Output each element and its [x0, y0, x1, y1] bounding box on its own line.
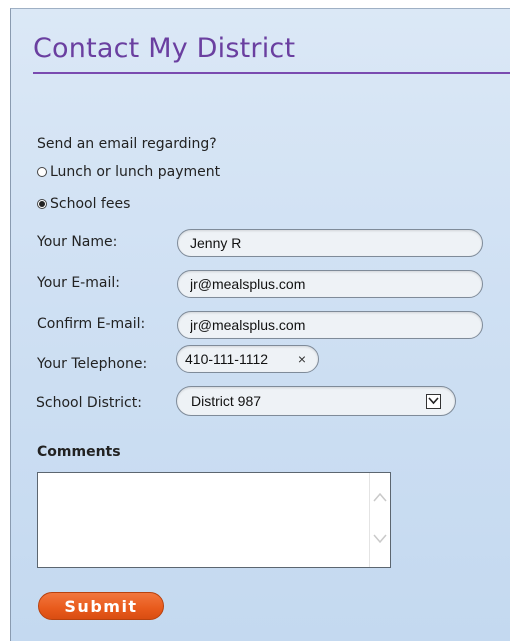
close-icon[interactable]: × [294, 351, 318, 367]
radio-filled-icon[interactable] [37, 199, 47, 209]
district-select[interactable]: District 987 [176, 386, 456, 416]
name-label: Your Name: [37, 234, 118, 250]
comments-scrollbar[interactable] [369, 473, 390, 567]
telephone-value[interactable]: 410-111-1112 [177, 351, 294, 367]
radio-label-school-fees: School fees [50, 196, 131, 212]
district-label: School District: [36, 395, 142, 411]
email-field[interactable] [177, 270, 483, 298]
telephone-field[interactable]: 410-111-1112 × [176, 345, 319, 373]
confirm-email-label: Confirm E-mail: [37, 316, 146, 332]
telephone-label: Your Telephone: [37, 356, 148, 372]
district-selected-value: District 987 [191, 393, 262, 409]
radio-option-lunch[interactable]: Lunch or lunch payment [37, 164, 220, 180]
email-regarding-prompt: Send an email regarding? [37, 136, 217, 152]
title-divider [33, 72, 510, 74]
chevron-up-icon [373, 492, 387, 502]
chevron-down-icon[interactable] [426, 393, 441, 409]
radio-option-school-fees[interactable]: School fees [37, 196, 130, 212]
confirm-email-field[interactable] [177, 311, 483, 339]
email-label: Your E-mail: [37, 275, 120, 291]
radio-empty-icon[interactable] [37, 167, 47, 177]
name-field[interactable] [177, 229, 483, 257]
chevron-down-icon [373, 534, 387, 544]
comments-label: Comments [37, 444, 121, 460]
submit-button[interactable]: Submit [38, 592, 164, 620]
page-title: Contact My District [33, 33, 296, 64]
radio-label-lunch: Lunch or lunch payment [50, 164, 221, 180]
comments-textarea[interactable] [37, 472, 391, 568]
